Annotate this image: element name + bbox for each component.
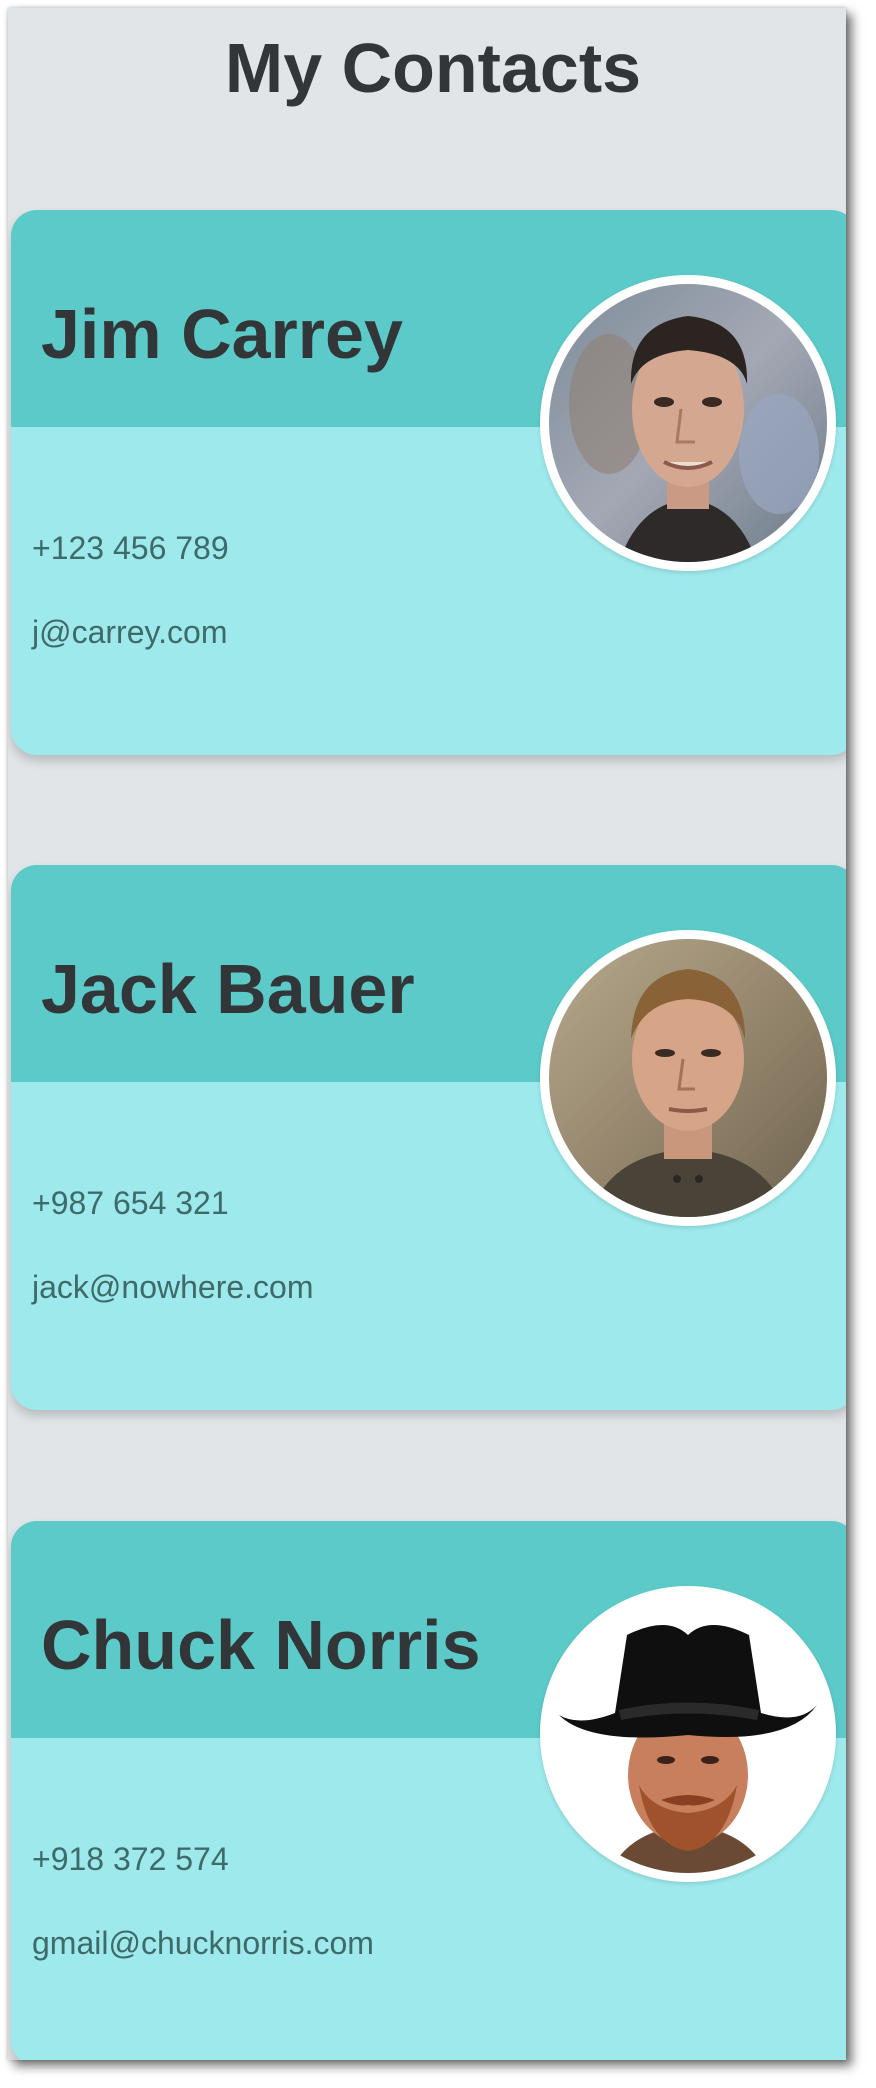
contact-email[interactable]: gmail@chucknorris.com bbox=[32, 1923, 374, 1963]
contact-card[interactable]: Jim Carrey +123 456 789 j@carrey.com bbox=[11, 210, 846, 755]
contacts-screen: My Contacts Jim Carrey +123 456 789 j@ca… bbox=[8, 8, 846, 2060]
avatar bbox=[540, 275, 836, 571]
contact-card[interactable]: Chuck Norris +918 372 574 gmail@chucknor… bbox=[11, 1521, 846, 2060]
contact-email[interactable]: j@carrey.com bbox=[32, 612, 227, 652]
contact-card[interactable]: Jack Bauer +987 654 321 jack@nowhere.com bbox=[11, 865, 846, 1410]
contact-name: Chuck Norris bbox=[41, 1606, 481, 1684]
contact-email[interactable]: jack@nowhere.com bbox=[32, 1267, 313, 1307]
contact-phone[interactable]: +123 456 789 bbox=[32, 528, 229, 568]
portrait-photo-jim-carrey-icon bbox=[549, 284, 827, 562]
contact-name: Jim Carrey bbox=[41, 295, 403, 373]
avatar bbox=[540, 930, 836, 1226]
page-title: My Contacts bbox=[224, 29, 642, 107]
contact-name: Jack Bauer bbox=[41, 950, 415, 1028]
contact-phone[interactable]: +918 372 574 bbox=[32, 1839, 229, 1879]
portrait-photo-chuck-norris-icon bbox=[549, 1595, 827, 1873]
contact-phone[interactable]: +987 654 321 bbox=[32, 1183, 229, 1223]
portrait-photo-jack-bauer-icon bbox=[549, 939, 827, 1217]
avatar bbox=[540, 1586, 836, 1882]
